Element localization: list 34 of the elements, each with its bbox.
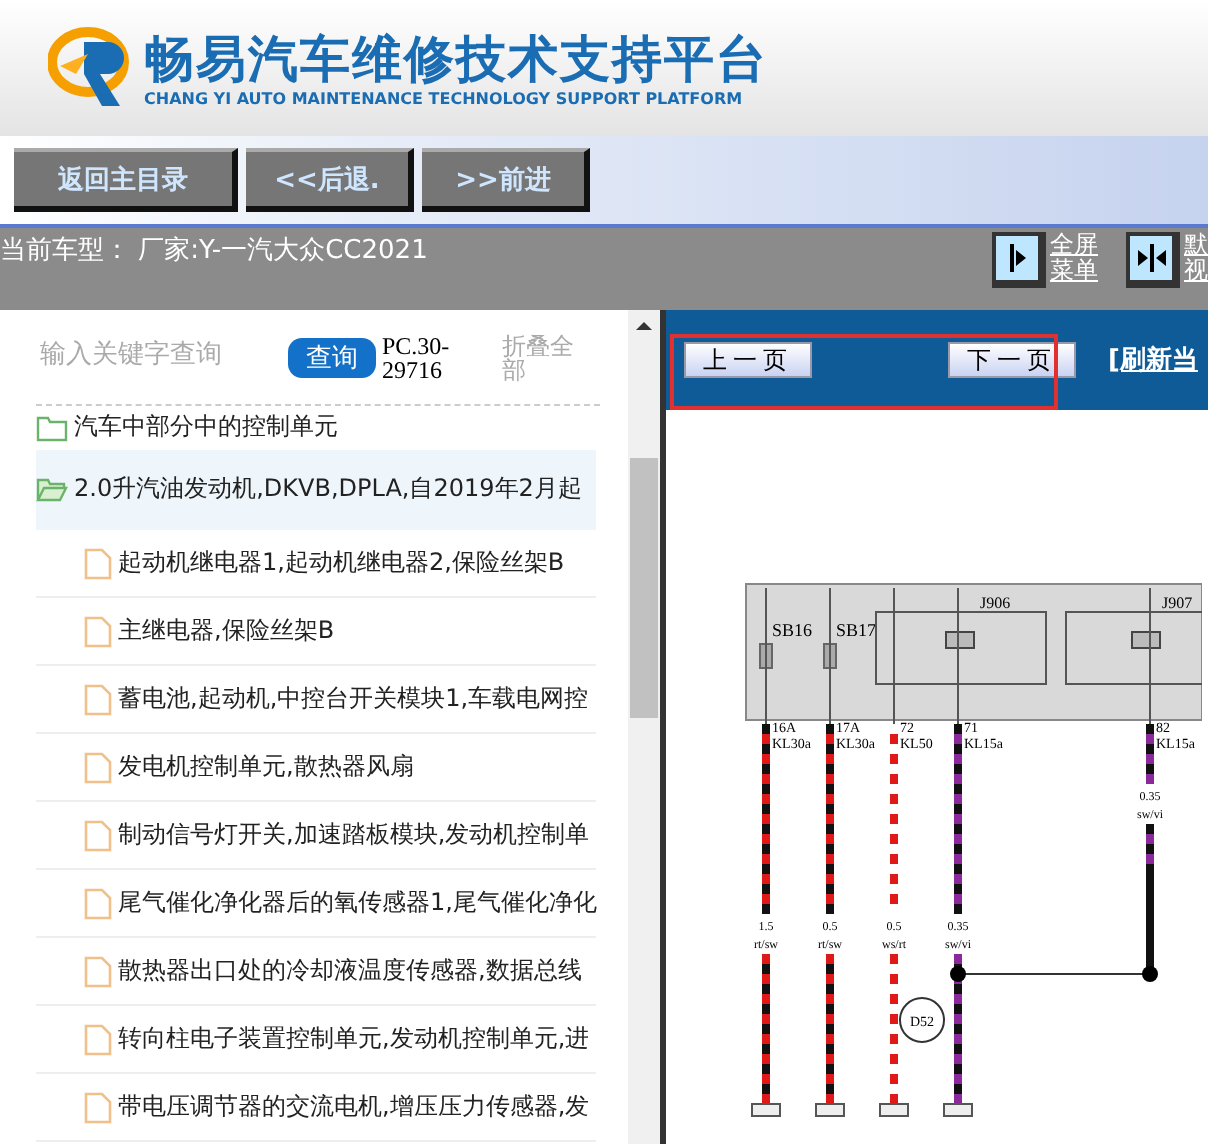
query-button[interactable]: 查询 [288, 338, 376, 378]
layout-toggle-button[interactable] [1126, 232, 1180, 288]
document-icon [84, 683, 112, 715]
document-icon [84, 1091, 112, 1123]
document-icon [84, 615, 112, 647]
layout-toggle-button[interactable] [992, 232, 1046, 288]
tree-document-label[interactable]: 发电机控制单元,散热器风扇 [118, 750, 414, 784]
document-icon [84, 1023, 112, 1055]
nav-button[interactable]: 返回主目录 [14, 148, 238, 212]
document-icon [84, 887, 112, 919]
document-icon [84, 547, 112, 579]
tree-document-label[interactable]: 主继电器,保险丝架B [118, 614, 335, 648]
refresh-link[interactable]: [刷新当 [1108, 342, 1198, 378]
previous-page-button[interactable]: 上一页 [684, 342, 812, 378]
tree-document-label[interactable]: 蓄电池,起动机,中控台开关模块1,车载电网控 [118, 682, 589, 716]
document-icon [84, 955, 112, 987]
scrollbar[interactable] [628, 310, 660, 1144]
document-icon [84, 819, 112, 851]
tree-document-label[interactable]: 转向柱电子装置控制单元,发动机控制单元,进 [118, 1022, 590, 1056]
code-text: PC.30-29716 [382, 334, 452, 382]
double-arrow-icon [1137, 244, 1165, 272]
tree-document-label[interactable]: 带电压调节器的交流电机,增压压力传感器,发 [118, 1090, 590, 1124]
site-subtitle: CHANG YI AUTO MAINTENANCE TECHNOLOGY SUPPORT PLATFORM [144, 89, 745, 107]
tree-document-label[interactable]: 制动信号灯开关,加速踏板模块,发动机控制单 [118, 818, 590, 852]
current-model-text: 当前车型： 厂家:Y-一汽大众CC2021 [0, 234, 428, 270]
next-page-button[interactable]: 下一页 [948, 342, 1076, 378]
tree-document-label[interactable]: 散热器出口处的冷却液温度传感器,数据总线 [118, 954, 582, 988]
tree-document-label[interactable]: 尾气催化净化器后的氧传感器1,尾气催化净化 [118, 886, 597, 920]
nav-button[interactable]: <<后退. [246, 148, 414, 212]
nav-button[interactable]: >>前进 [422, 148, 590, 212]
tree-folder-label[interactable]: 汽车中部分中的控制单元 [74, 410, 338, 444]
site-title: 畅易汽车维修技术支持平台 [144, 29, 768, 89]
tree-document-label[interactable]: 起动机继电器1,起动机继电器2,保险丝架B [118, 546, 565, 580]
document-icon [84, 751, 112, 783]
